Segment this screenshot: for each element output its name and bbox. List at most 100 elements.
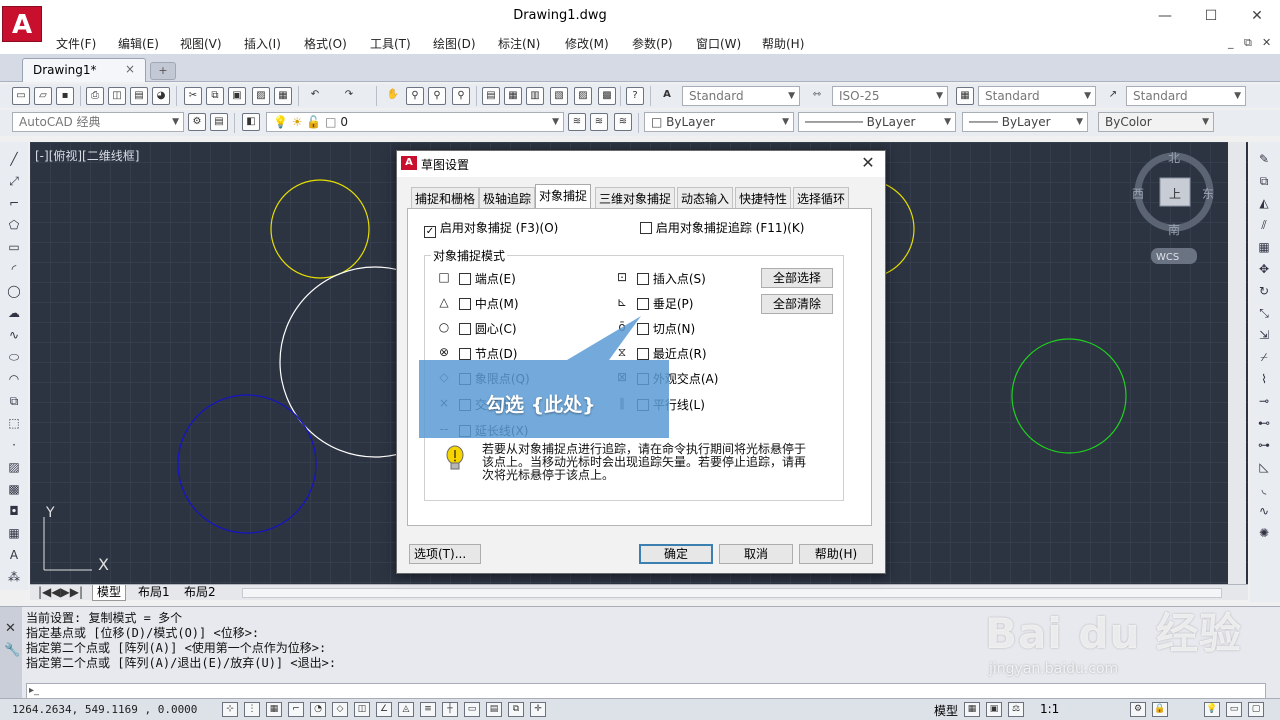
properties-icon[interactable]: ▤ [482, 87, 500, 105]
polygon-icon[interactable]: ⬠ [5, 216, 23, 234]
hardware-acceleration-icon[interactable]: ▭ [1226, 702, 1242, 717]
mode-endpoint[interactable]: 端点(E) [459, 270, 516, 287]
rectangle-icon[interactable]: ▭ [5, 238, 23, 256]
mode-insertion[interactable]: 插入点(S) [637, 270, 706, 287]
mode-node[interactable]: 节点(D) [459, 345, 517, 362]
point-icon[interactable]: · [5, 436, 23, 454]
workspace-settings-icon[interactable]: ⚙ [188, 113, 206, 131]
maximize-button[interactable]: ☐ [1196, 4, 1226, 28]
dynamic-ucs-icon[interactable]: ┼ [442, 702, 458, 717]
pan-icon[interactable]: ✋ [384, 87, 402, 105]
application-menu-button[interactable]: A [2, 6, 42, 42]
menu-window[interactable]: 窗口(W) [696, 35, 741, 52]
annotation-scale-icon[interactable]: ⚖ [1008, 702, 1024, 717]
mleader-style-icon[interactable]: ↗ [1104, 87, 1122, 105]
menu-modify[interactable]: 修改(M) [565, 35, 609, 52]
viewcube-face[interactable]: 上 [1169, 187, 1181, 201]
publish-icon[interactable]: ▤ [130, 87, 148, 105]
checkbox-unchecked-icon[interactable] [640, 222, 652, 234]
snap-mode-icon[interactable]: ⋮ [244, 702, 260, 717]
tab-layout2[interactable]: 布局2 [180, 585, 220, 601]
break-at-point-icon[interactable]: ⊸ [1255, 392, 1273, 410]
checkbox-unchecked-icon[interactable] [637, 373, 649, 385]
hatch-icon[interactable]: ▨ [5, 458, 23, 476]
block-editor-icon[interactable]: ▦ [274, 87, 292, 105]
layer-previous-icon[interactable]: ≋ [590, 113, 608, 131]
checkbox-unchecked-icon[interactable] [459, 323, 471, 335]
coordinate-readout[interactable]: 1264.2634, 549.1169 , 0.0000 [12, 703, 197, 716]
ellipse-arc-icon[interactable]: ◠ [5, 370, 23, 388]
mode-apparent-intersection[interactable]: 外观交点(A) [637, 370, 718, 387]
mdi-minimize-button[interactable]: _ [1228, 36, 1234, 49]
tab-nav-arrows-icon[interactable]: |◀◀▶▶| [34, 585, 87, 601]
menu-edit[interactable]: 编辑(E) [118, 35, 159, 52]
dialog-close-button[interactable]: ✕ [857, 153, 879, 172]
2d-osnap-icon[interactable]: ∠ [376, 702, 392, 717]
menu-format[interactable]: 格式(O) [304, 35, 347, 52]
checkbox-unchecked-icon[interactable] [459, 373, 471, 385]
new-file-icon[interactable]: ▭ [12, 87, 30, 105]
checkbox-unchecked-icon[interactable] [637, 323, 649, 335]
yellow-circle[interactable] [270, 179, 370, 279]
selection-cycling-icon[interactable]: ⧉ [508, 702, 524, 717]
mleader-style-select[interactable]: Standard ▼ [1126, 86, 1246, 106]
checkbox-unchecked-icon[interactable] [637, 298, 649, 310]
quickcalc-icon[interactable]: ▩ [598, 87, 616, 105]
infer-constraints-icon[interactable]: ⊹ [222, 702, 238, 717]
cancel-button[interactable]: 取消 [719, 544, 793, 564]
grid-display-icon[interactable]: ▦ [266, 702, 282, 717]
checkbox-unchecked-icon[interactable] [637, 273, 649, 285]
zoom-previous-icon[interactable]: ⚲ [452, 87, 470, 105]
mode-center[interactable]: 圆心(C) [459, 320, 517, 337]
join-icon[interactable]: ⊶ [1255, 436, 1273, 454]
green-circle[interactable] [1011, 338, 1127, 454]
polyline-icon[interactable]: ⌐ [5, 194, 23, 212]
table-style-select[interactable]: Standard ▼ [978, 86, 1096, 106]
3d-osnap-icon[interactable]: ◬ [398, 702, 414, 717]
layer-state-icon[interactable]: ≋ [614, 113, 632, 131]
close-window-button[interactable]: ✕ [1242, 4, 1272, 28]
plot-preview-icon[interactable]: ◫ [108, 87, 126, 105]
viewcube-north[interactable]: 北 [1168, 151, 1180, 165]
checkbox-unchecked-icon[interactable] [459, 348, 471, 360]
annotation-scale-value[interactable]: 1:1 [1040, 702, 1059, 716]
checkbox-unchecked-icon[interactable] [459, 298, 471, 310]
scale-icon[interactable]: ⤡ [1255, 304, 1273, 322]
revcloud-icon[interactable]: ☁ [5, 304, 23, 322]
chamfer-icon[interactable]: ◺ [1255, 458, 1273, 476]
workspace-switching-icon[interactable]: ⚙ [1130, 702, 1146, 717]
menu-tools[interactable]: 工具(T) [370, 35, 411, 52]
checkbox-unchecked-icon[interactable] [637, 399, 649, 411]
transparency-icon[interactable]: ▤ [486, 702, 502, 717]
object-snap-tracking-icon[interactable]: ◫ [354, 702, 370, 717]
dialog-titlebar[interactable]: A 草图设置 ✕ [397, 151, 885, 177]
layer-select[interactable]: 💡 ☀ 🔓 □ 0 ▼ [266, 112, 564, 132]
document-tab[interactable]: Drawing1* × [22, 58, 146, 82]
wrench-icon[interactable]: 🔧 [4, 643, 20, 658]
spline-icon[interactable]: ∿ [5, 326, 23, 344]
menu-file[interactable]: 文件(F) [56, 35, 96, 52]
drawing-quick-view-icon[interactable]: ▣ [986, 702, 1002, 717]
mode-midpoint[interactable]: 中点(M) [459, 295, 519, 312]
mdi-restore-button[interactable]: ⧉ [1244, 36, 1252, 50]
make-block-icon[interactable]: ⬚ [5, 414, 23, 432]
paste-icon[interactable]: ▣ [228, 87, 246, 105]
ortho-mode-icon[interactable]: ⌐ [288, 702, 304, 717]
stretch-icon[interactable]: ⇲ [1255, 326, 1273, 344]
tab-layout1[interactable]: 布局1 [134, 585, 174, 601]
ok-button[interactable]: 确定 [639, 544, 713, 564]
document-tab-close-icon[interactable]: × [125, 62, 135, 76]
undo-icon[interactable]: ↶ [306, 87, 324, 105]
insert-block-icon[interactable]: ⧉ [5, 392, 23, 410]
menu-draw[interactable]: 绘图(D) [433, 35, 476, 52]
erase-icon[interactable]: ✎ [1255, 150, 1273, 168]
move-icon[interactable]: ✥ [1255, 260, 1273, 278]
ellipse-icon[interactable]: ⬭ [5, 348, 23, 366]
checkbox-unchecked-icon[interactable] [459, 425, 471, 437]
sheet-set-icon[interactable]: ▧ [550, 87, 568, 105]
mtext-icon[interactable]: A [5, 546, 23, 564]
polar-tracking-icon[interactable]: ◔ [310, 702, 326, 717]
arc-icon[interactable]: ◜ [5, 260, 23, 278]
enable-osnap-checkbox[interactable]: ✓ 启用对象捕捉 (F3)(O) [424, 219, 558, 238]
options-button[interactable]: 选项(T)... [409, 544, 481, 564]
